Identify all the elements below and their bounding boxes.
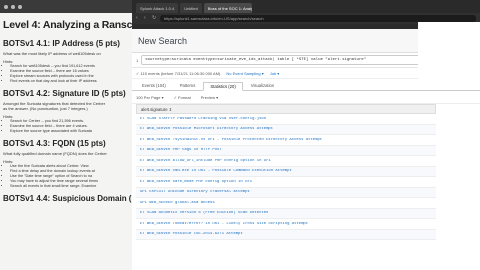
challenge-document: Level 4: Analyzing a Ransc BOTSv1 4.1: I…	[0, 0, 132, 270]
screen: Level 4: Analyzing a Ransc BOTSv1 4.1: I…	[0, 0, 480, 270]
section-heading: BOTSv1 4.2: Signature ID (5 pts)	[3, 89, 126, 98]
section-question: What fully qualified domain name (FQDN) …	[3, 151, 107, 156]
table-row[interactable]: ET WEB_SERVER PHP tags in HTTP POST	[136, 145, 436, 156]
table-cell[interactable]: ET SCAN Acunetix Version 6 (Free Edition…	[136, 211, 268, 215]
search-line-number: 1	[136, 57, 139, 63]
table-cell[interactable]: ET WEB_SERVER safe_mode PHP config optio…	[136, 180, 252, 184]
tab-visualization[interactable]: Visualization	[245, 81, 280, 90]
format-button[interactable]: ✓ Format	[174, 95, 191, 100]
job-menu[interactable]: Job ▾	[270, 71, 280, 76]
results-table: alert.signature ⇕ ET SCAN STAFFTP Passwo…	[136, 104, 436, 240]
results-options: 100 Per Page ▾ ✓ Format Preview ▾	[132, 91, 480, 104]
presenter-webcam	[418, 22, 480, 82]
table-cell[interactable]: ET WEB_SERVER Possible CVE-2014-6271 Att…	[136, 232, 243, 236]
search-input[interactable]: sourcetype=suricata eventtype=suricate_e…	[141, 55, 461, 65]
section-heading: BOTSv1 4.3: FQDN (15 pts)	[3, 139, 106, 148]
page-title: New Search	[138, 35, 188, 46]
table-row[interactable]: GPL EXPLOIT unicode directory traversal …	[136, 187, 436, 198]
hint-item: Explore the source type associated with …	[10, 129, 129, 134]
doc-title: Level 4: Analyzing a Ransc	[3, 19, 132, 31]
table-row[interactable]: ET WEB_SERVER /sysinwinit.vs Uri - Possi…	[136, 135, 436, 146]
doc-window-bar	[0, 0, 132, 13]
window-dot-icon[interactable]	[4, 4, 8, 9]
window-dot-icon[interactable]	[18, 4, 22, 9]
section-question: What was the most likely IP address of w…	[3, 51, 101, 56]
browser-tab-active[interactable]: Boss of the SOC 1: Analyzin...	[203, 3, 252, 13]
hint-list: Search for Cerber -- you find 21,596 eve…	[3, 119, 129, 134]
tab-bar: Splunk Attack 1.0.4 Untitled Boss of the…	[132, 0, 480, 13]
back-arrow-icon[interactable]: ‹	[136, 16, 141, 21]
table-cell[interactable]: ET SCAN STAFFTP Password Cracking via Us…	[136, 117, 266, 121]
search-content: 1 sourcetype=suricata eventtype=suricate…	[132, 53, 480, 270]
table-cell[interactable]: GPL EXPLOIT unicode directory traversal …	[136, 190, 250, 194]
table-cell[interactable]: ET WEB_SERVER allow_url_include PHP conf…	[136, 159, 271, 163]
hint-list: Use the five Suricata alerts about Cerbe…	[3, 164, 129, 189]
tab-statistics[interactable]: Statistics (20)	[203, 82, 243, 91]
webcam-background	[418, 22, 480, 82]
table-row[interactable]: GPL WEB_SERVER global.asa access	[136, 198, 436, 209]
table-row[interactable]: ET WEB_SERVER cmd.exe In URI - Possible …	[136, 166, 436, 177]
section-heading: BOTSv1 4.1: IP Address (5 pts)	[3, 39, 120, 48]
table-row[interactable]: ET WEB_SERVER allow_url_include PHP conf…	[136, 156, 436, 167]
table-row[interactable]: ET WEB_SERVER safe_mode PHP config optio…	[136, 177, 436, 188]
preview-dropdown[interactable]: Preview ▾	[201, 95, 218, 100]
section-heading: BOTSv1 4.4: Suspicious Domain (15 pts)	[3, 194, 132, 203]
reload-icon[interactable]: ↻	[152, 16, 157, 21]
table-cell[interactable]: ET WEB_SERVER Possible Microsoft Directo…	[136, 127, 273, 131]
tab-patterns[interactable]: Patterns	[174, 81, 202, 90]
forward-arrow-icon[interactable]: ›	[144, 16, 149, 21]
table-row[interactable]: ET WEB_SERVER Possible CVE-2014-6271 Att…	[136, 229, 436, 240]
table-cell[interactable]: ET WEB_SERVER /sysinwinit.vs Uri - Possi…	[136, 138, 322, 142]
per-page-dropdown[interactable]: 100 Per Page ▾	[136, 95, 164, 100]
table-header: alert.signature ⇕	[136, 104, 436, 114]
url-input[interactable]: https://splunk1.samsclass.info/en-US/app…	[160, 15, 476, 22]
table-cell[interactable]: ET WEB_SERVER PHP tags in HTTP POST	[136, 148, 222, 152]
table-cell[interactable]: GPL WEB_SERVER global.asa access	[136, 201, 215, 205]
browser-tab[interactable]: Splunk Attack 1.0.4	[136, 3, 179, 13]
table-row[interactable]: ET WEB_SERVER Tomcat/error? in URI - Lik…	[136, 219, 436, 230]
tab-events[interactable]: Events (104)	[136, 81, 172, 90]
hint-item: Find events on that day and look at thei…	[10, 79, 129, 84]
table-row[interactable]: ET SCAN Acunetix Version 6 (Free Edition…	[136, 208, 436, 219]
table-row[interactable]: ET SCAN STAFFTP Password Cracking via Us…	[136, 114, 436, 125]
event-count: ✓ 115 events (before 7/31/21 11:06:30.00…	[136, 70, 221, 76]
browser-tab[interactable]: Untitled	[180, 3, 202, 13]
window-dot-icon[interactable]	[11, 4, 15, 9]
table-body: ET SCAN STAFFTP Password Cracking via Us…	[136, 114, 436, 240]
table-cell[interactable]: ET WEB_SERVER Tomcat/error? in URI - Lik…	[136, 222, 308, 226]
hint-item: Search all events in that small time ran…	[10, 184, 129, 189]
table-cell[interactable]: ET WEB_SERVER cmd.exe In URI - Possible …	[136, 169, 292, 173]
hint-list: Search for we8105desk -- you find 191,61…	[3, 64, 129, 84]
sampling-dropdown[interactable]: No Event Sampling ▾	[226, 71, 263, 76]
section-question: as the answer. (No punctuation, just 7 i…	[3, 106, 88, 111]
table-row[interactable]: ET WEB_SERVER Possible Microsoft Directo…	[136, 124, 436, 135]
column-header-alert-signature[interactable]: alert.signature ⇕	[137, 107, 435, 112]
